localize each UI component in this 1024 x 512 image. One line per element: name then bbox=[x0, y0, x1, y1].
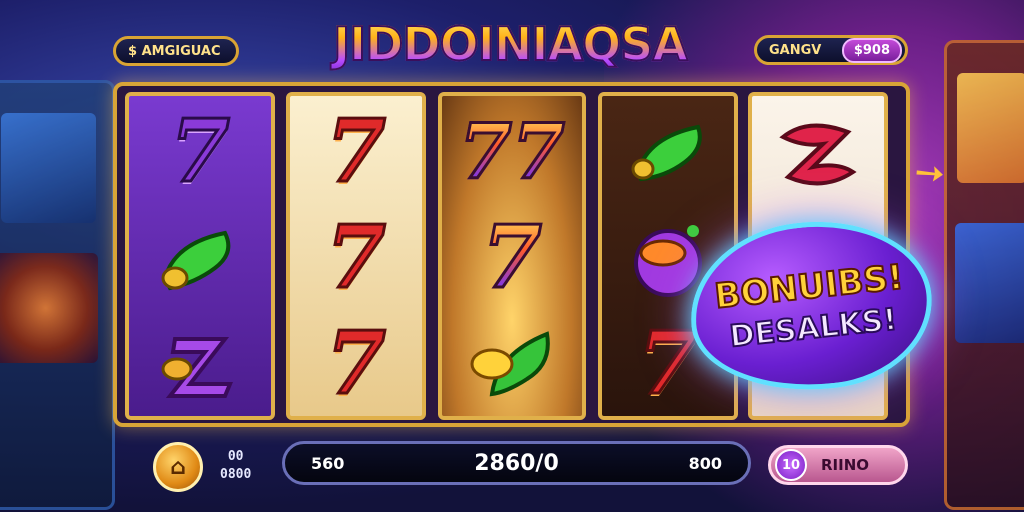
mini-line-1: 00 bbox=[227, 449, 244, 464]
bar-left-value: 560 bbox=[311, 453, 345, 473]
symbol-seven: 7 bbox=[325, 207, 388, 308]
symbol-seven: 7 bbox=[481, 207, 544, 308]
arcade-screen bbox=[957, 73, 1024, 183]
balance-text: $ AMGIGUAC bbox=[128, 43, 221, 59]
status-bar: 560 2860/0 800 bbox=[282, 441, 751, 485]
arcade-screen-lower bbox=[955, 223, 1024, 343]
reel-1[interactable]: 7 bbox=[125, 92, 275, 420]
mini-line-2: 0800 bbox=[220, 467, 252, 482]
gang-value: $908 bbox=[841, 37, 902, 63]
spin-label: RIINO bbox=[821, 456, 870, 474]
gang-pill[interactable]: GANGV $908 bbox=[754, 35, 908, 65]
bet-badge: 10 bbox=[775, 449, 807, 481]
symbol-double-seven: 77 bbox=[458, 107, 567, 196]
bar-center-value: 2860/0 bbox=[474, 450, 559, 476]
mini-counter: 00 0800 bbox=[220, 448, 251, 484]
symbol-purple-swirl bbox=[129, 314, 271, 414]
home-button[interactable]: ⌂ bbox=[153, 442, 203, 492]
symbol-green-horn bbox=[602, 102, 734, 202]
symbol-seven: 7 bbox=[325, 101, 388, 202]
symbol-red-swirl bbox=[752, 102, 884, 202]
home-icon: ⌂ bbox=[170, 454, 186, 480]
gang-label: GANGV bbox=[769, 42, 822, 58]
bar-right-value: 800 bbox=[688, 453, 722, 473]
symbol-seven: 7 bbox=[169, 101, 232, 202]
arcade-cabinet-left bbox=[0, 80, 115, 510]
symbol-seven: 7 bbox=[325, 313, 388, 414]
arcade-cabinet-right bbox=[944, 40, 1024, 510]
spin-button[interactable]: 10 RIINO bbox=[768, 445, 908, 485]
arcade-screen bbox=[1, 113, 96, 223]
reel-3[interactable]: 77 7 bbox=[438, 92, 586, 420]
arcade-screen-lower bbox=[0, 253, 98, 363]
game-logo: JIDDOINIAQSA bbox=[305, 12, 715, 76]
reel-4[interactable]: 7 bbox=[598, 92, 738, 420]
symbol-green-horn bbox=[129, 208, 271, 308]
symbol-gold-horn bbox=[442, 314, 582, 414]
balance-pill[interactable]: $ AMGIGUAC bbox=[113, 36, 239, 66]
reel-2[interactable]: 7 7 7 bbox=[286, 92, 426, 420]
